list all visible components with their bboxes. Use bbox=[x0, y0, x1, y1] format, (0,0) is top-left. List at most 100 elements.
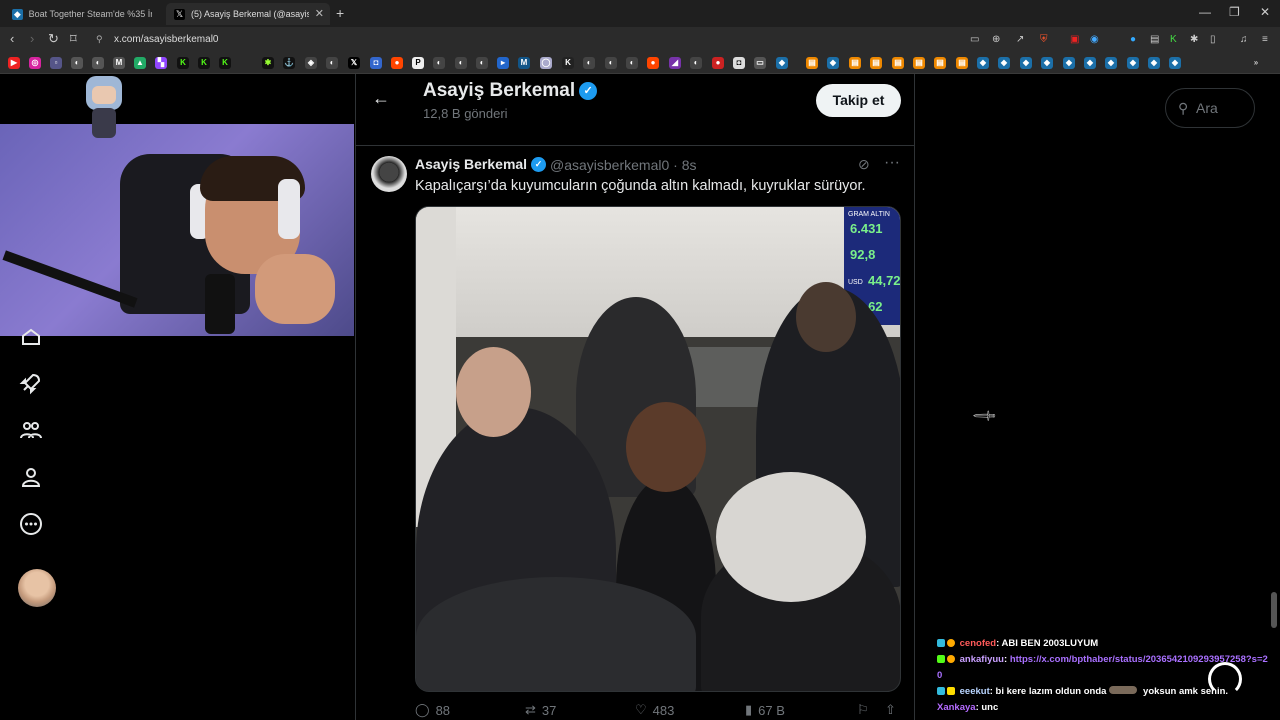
x-logo-icon[interactable]: 𝕏 bbox=[348, 57, 360, 69]
steam-icon[interactable]: ◆ bbox=[1020, 57, 1032, 69]
kick-icon[interactable]: K bbox=[177, 57, 189, 69]
close-tab-icon[interactable]: ✕ bbox=[315, 7, 324, 20]
instagram-icon[interactable]: ◎ bbox=[29, 57, 41, 69]
bookmark-icon[interactable]: M bbox=[518, 57, 530, 69]
bookmark-icon[interactable]: ▤ bbox=[806, 57, 818, 69]
minimize-button[interactable]: — bbox=[1199, 5, 1211, 19]
reload-icon[interactable]: ↻ bbox=[48, 31, 59, 47]
bookmark-icon[interactable]: ▤ bbox=[849, 57, 861, 69]
cast-icon[interactable]: ▭ bbox=[970, 34, 979, 45]
repost-button[interactable]: ⇄ 37 bbox=[525, 702, 556, 718]
more-options-icon[interactable]: ··· bbox=[884, 154, 900, 172]
bookmark-icon[interactable]: ◐ bbox=[92, 57, 104, 69]
bookmark-icon[interactable]: ◯ bbox=[540, 57, 552, 69]
bookmark-icon[interactable]: ▸ bbox=[497, 57, 509, 69]
extension-icon[interactable]: K bbox=[1170, 34, 1177, 45]
bookmark-icon[interactable]: ▤ bbox=[956, 57, 968, 69]
share-icon[interactable]: ⇧ bbox=[885, 702, 896, 718]
new-tab-button[interactable]: + bbox=[336, 5, 344, 21]
share-icon[interactable]: ↗ bbox=[1016, 34, 1024, 45]
bookmark-icon[interactable]: ◐ bbox=[476, 57, 488, 69]
views-button[interactable]: ▮ 67 B bbox=[745, 702, 785, 718]
forward-nav-icon[interactable]: › bbox=[30, 31, 34, 46]
search-box[interactable]: ⚲ Ara bbox=[1165, 88, 1255, 128]
tweet-avatar[interactable] bbox=[371, 156, 407, 192]
follow-button[interactable]: Takip et bbox=[816, 84, 901, 117]
bookmark-icon[interactable]: ◐ bbox=[71, 57, 83, 69]
bookmark-icon[interactable]: ◘ bbox=[370, 57, 382, 69]
like-button[interactable]: ♡ 483 bbox=[635, 702, 674, 718]
bookmark-icon[interactable]: ◐ bbox=[433, 57, 445, 69]
back-nav-icon[interactable]: ‹ bbox=[10, 31, 14, 46]
bookmark-icon[interactable]: ◈ bbox=[305, 57, 317, 69]
reddit-icon[interactable]: ● bbox=[647, 57, 659, 69]
page-scrollbar[interactable] bbox=[1271, 592, 1277, 628]
puzzle-icon[interactable]: ✱ bbox=[1190, 34, 1198, 45]
steam-icon[interactable]: ◆ bbox=[1127, 57, 1139, 69]
account-avatar[interactable] bbox=[18, 569, 56, 607]
twitch-icon[interactable]: ▚ bbox=[155, 57, 167, 69]
extension-icon[interactable]: ● bbox=[1130, 34, 1136, 45]
steam-icon[interactable]: ◆ bbox=[776, 57, 788, 69]
sidebar-icon[interactable]: ▯ bbox=[1210, 34, 1216, 45]
tweet-photo[interactable]: GRAM ALTIN 6.431 92,8 USD 44,72 51,62 bbox=[415, 206, 901, 692]
bookmark-icon[interactable]: K bbox=[562, 57, 574, 69]
nav-profile[interactable] bbox=[16, 462, 46, 492]
menu-icon[interactable]: ≡ bbox=[1262, 34, 1268, 45]
bookmark-icon[interactable]: ▫ bbox=[50, 57, 62, 69]
youtube-icon[interactable]: ▶ bbox=[8, 57, 20, 69]
bookmark-icon[interactable]: ▤ bbox=[892, 57, 904, 69]
steam-icon[interactable]: ◆ bbox=[827, 57, 839, 69]
extension-icon[interactable]: ▤ bbox=[1150, 34, 1159, 45]
steam-icon[interactable]: ◆ bbox=[998, 57, 1010, 69]
bookmark-icon[interactable]: ◘ bbox=[733, 57, 745, 69]
bookmark-tweet-icon[interactable]: ⚐ bbox=[857, 702, 869, 718]
extension-icon[interactable]: ▣ bbox=[1070, 34, 1079, 45]
steam-icon[interactable]: ◆ bbox=[977, 57, 989, 69]
steam-icon[interactable]: ◆ bbox=[1041, 57, 1053, 69]
bookmark-icon[interactable]: ◐ bbox=[326, 57, 338, 69]
steam-icon[interactable]: ◆ bbox=[1084, 57, 1096, 69]
bookmark-icon[interactable]: ◢ bbox=[669, 57, 681, 69]
brave-shield-icon[interactable]: ⛨ bbox=[1040, 34, 1048, 45]
bookmark-icon[interactable]: ▤ bbox=[934, 57, 946, 69]
maximize-button[interactable]: ❐ bbox=[1229, 5, 1240, 19]
nav-more[interactable] bbox=[16, 509, 46, 539]
steam-icon[interactable]: ◆ bbox=[1169, 57, 1181, 69]
bookmark-icon[interactable]: ◐ bbox=[605, 57, 617, 69]
bookmark-icon[interactable]: ▤ bbox=[913, 57, 925, 69]
grok-icon[interactable]: ⊘ bbox=[858, 156, 870, 173]
folder-icon[interactable]: ▭ bbox=[754, 57, 766, 69]
close-window-button[interactable]: ✕ bbox=[1260, 5, 1270, 19]
bookmark-icon[interactable]: ⌑ bbox=[70, 31, 77, 47]
bookmark-icon[interactable]: M bbox=[113, 57, 125, 69]
back-arrow-icon[interactable]: ← bbox=[372, 88, 390, 109]
kick-icon[interactable]: K bbox=[219, 57, 231, 69]
steam-icon[interactable]: ◆ bbox=[1148, 57, 1160, 69]
bookmark-icon[interactable]: ⚓ bbox=[283, 57, 295, 69]
bookmark-icon[interactable]: ◐ bbox=[455, 57, 467, 69]
reply-button[interactable]: ◯ 88 bbox=[415, 702, 450, 718]
bookmark-icon[interactable]: ● bbox=[712, 57, 724, 69]
bookmark-icon[interactable]: ◐ bbox=[583, 57, 595, 69]
nav-communities[interactable] bbox=[16, 415, 46, 445]
steam-icon[interactable]: ◆ bbox=[1063, 57, 1075, 69]
bookmark-icon[interactable]: P bbox=[412, 57, 424, 69]
music-icon[interactable]: ♫ bbox=[1240, 34, 1248, 45]
reddit-icon[interactable]: ● bbox=[391, 57, 403, 69]
nav-partial-icon[interactable] bbox=[16, 326, 46, 346]
bookmark-icon[interactable]: ✱ bbox=[262, 57, 274, 69]
steam-icon[interactable]: ◆ bbox=[1105, 57, 1117, 69]
address-bar[interactable]: ⚲ x.com/asayisberkemal0 bbox=[90, 30, 960, 49]
zoom-icon[interactable]: ⊕ bbox=[992, 34, 1000, 45]
bookmark-icon[interactable]: ▲ bbox=[134, 57, 146, 69]
site-info-icon[interactable]: ⚲ bbox=[96, 30, 103, 49]
bookmark-icon[interactable]: ▤ bbox=[870, 57, 882, 69]
tweet-handle[interactable]: @asayisberkemal0 · 8s bbox=[550, 157, 697, 173]
more-bookmarks-icon[interactable]: » bbox=[1250, 57, 1262, 69]
tweet-author[interactable]: Asayiş Berkemal ✓ bbox=[415, 156, 547, 172]
tab-steam[interactable]: ◆ Boat Together Steam'de %35 İndirimde bbox=[4, 3, 160, 25]
bookmark-icon[interactable]: ◐ bbox=[626, 57, 638, 69]
kick-icon[interactable]: K bbox=[198, 57, 210, 69]
extension-icon[interactable]: ◉ bbox=[1090, 34, 1099, 45]
